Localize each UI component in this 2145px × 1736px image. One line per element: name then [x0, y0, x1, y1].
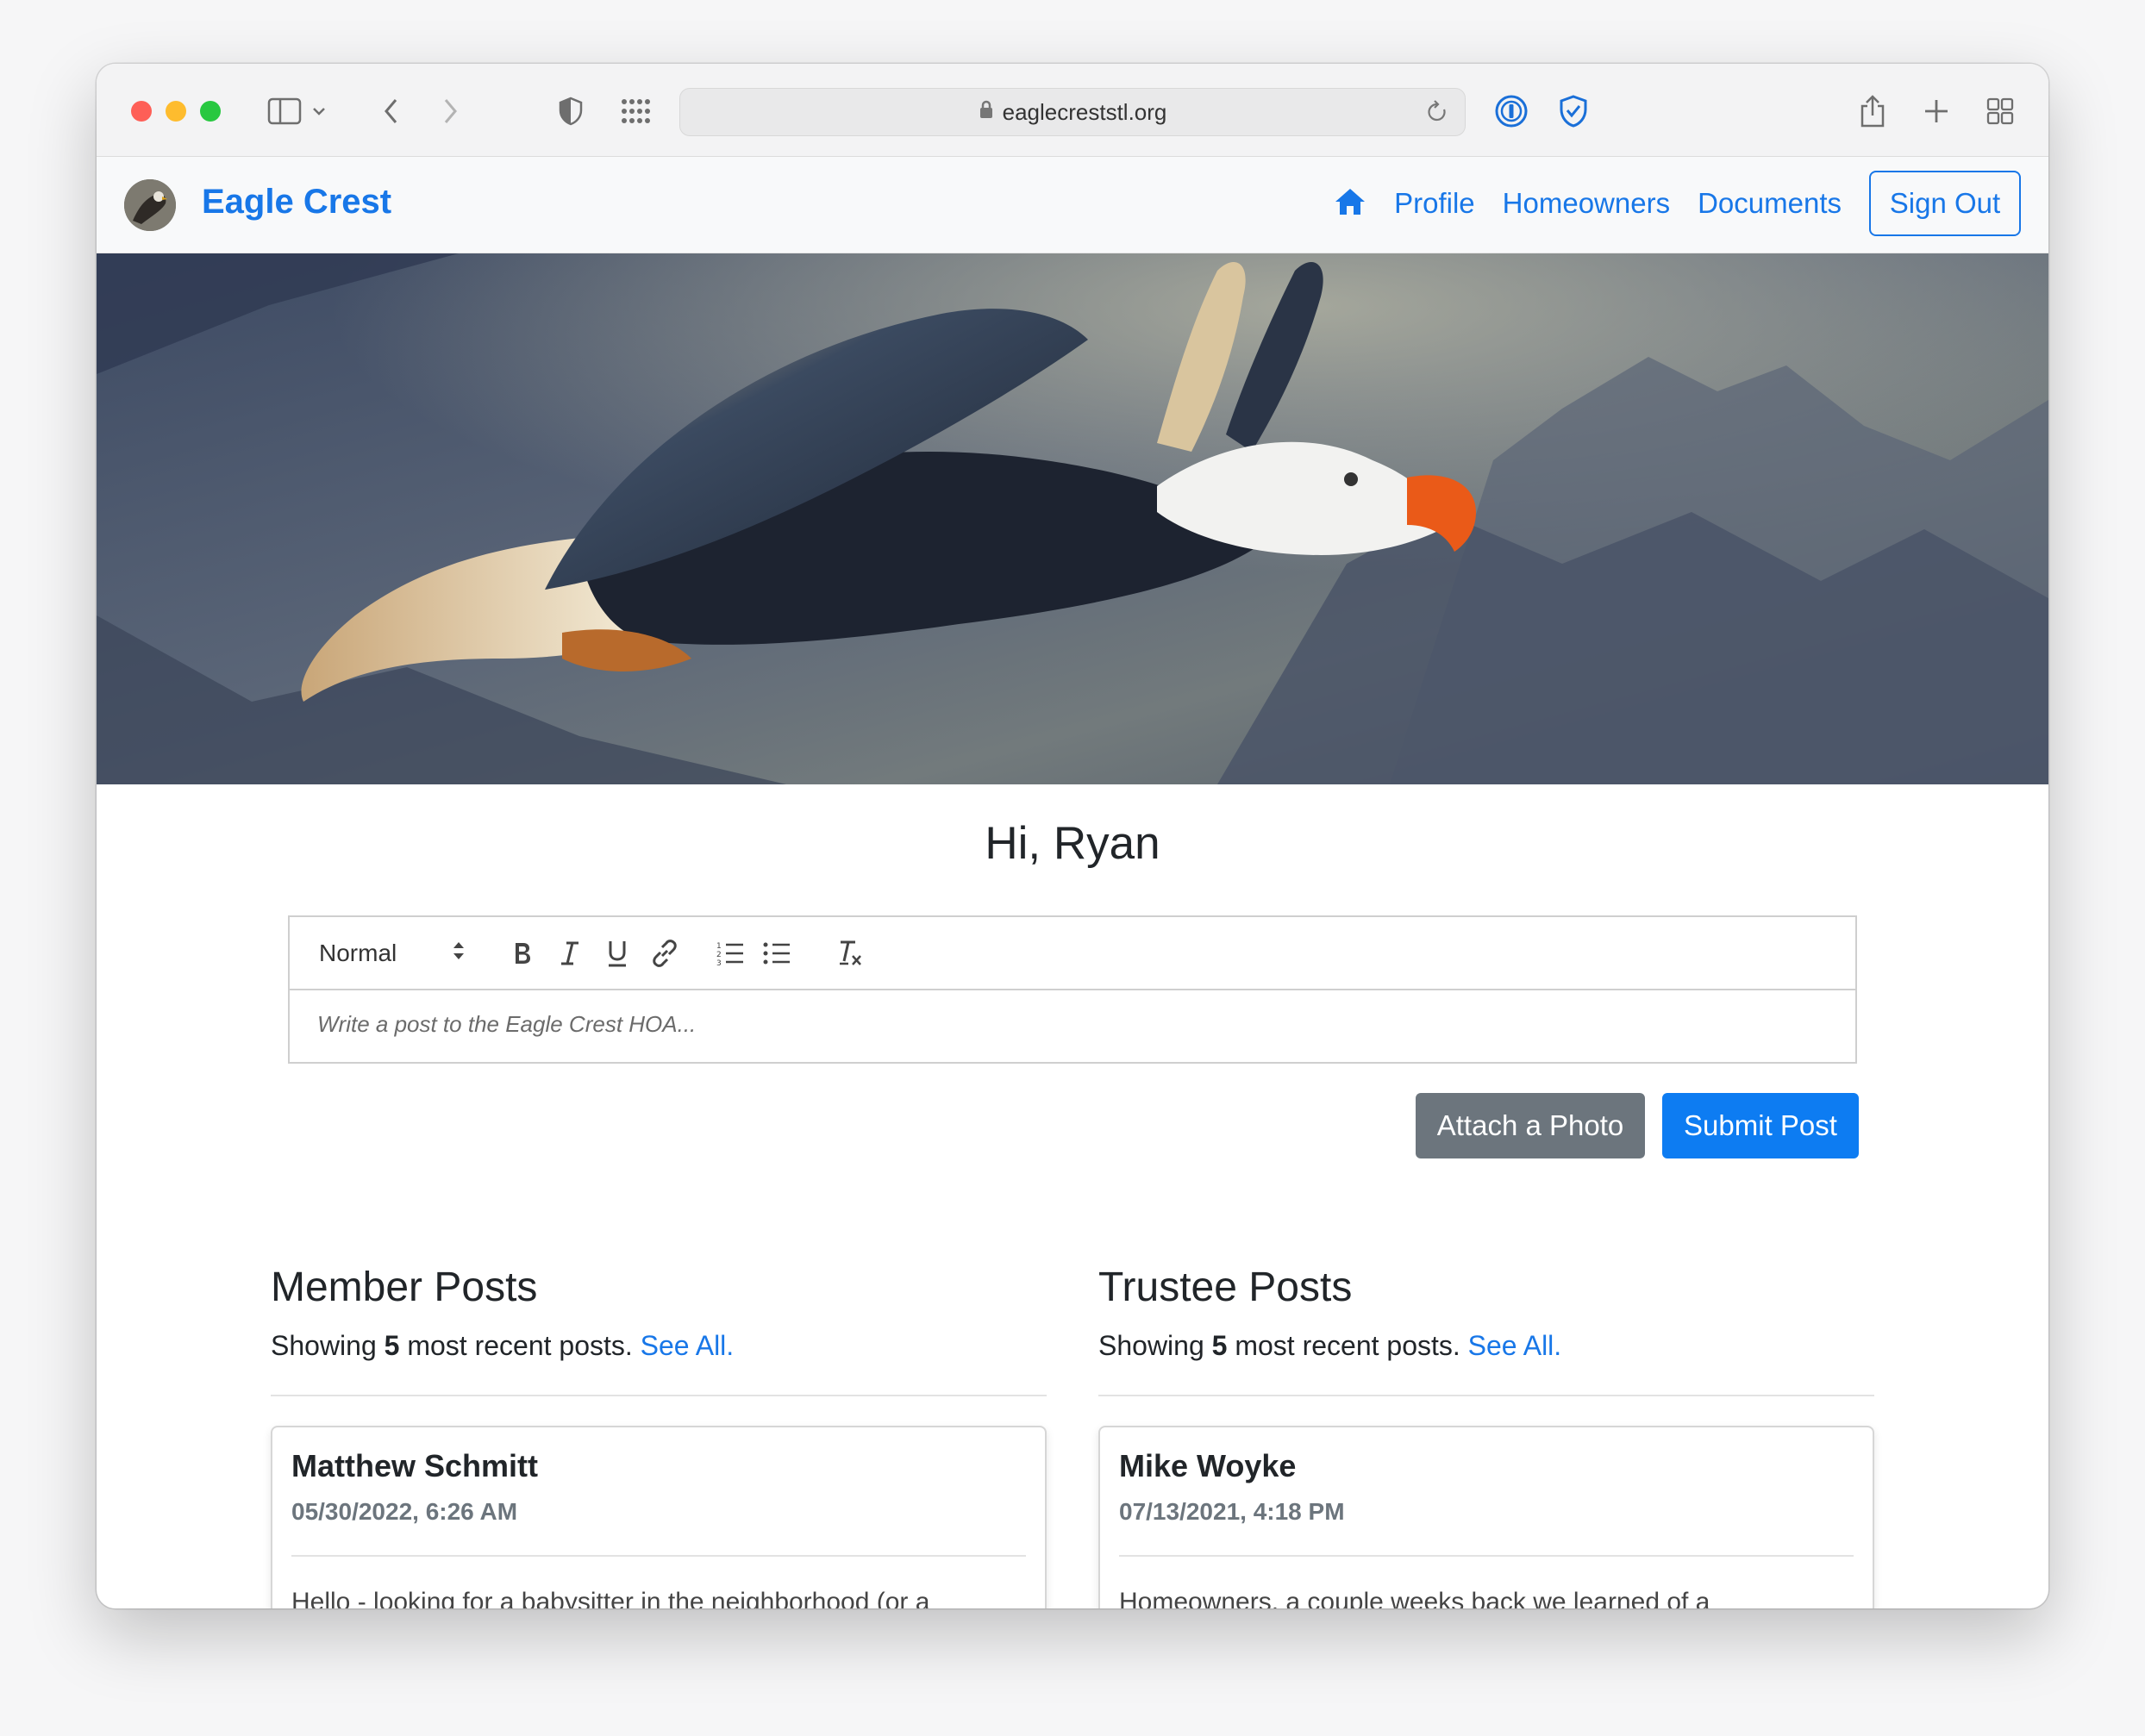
- editor-toolbar: Normal 123: [290, 917, 1855, 990]
- svg-text:1: 1: [716, 942, 722, 951]
- sign-out-button[interactable]: Sign Out: [1869, 171, 2021, 236]
- summary-suffix: most recent posts.: [407, 1330, 633, 1361]
- adblock-shield-icon[interactable]: [1554, 90, 1593, 133]
- post-card[interactable]: Mike Woyke 07/13/2021, 4:18 PM Homeowner…: [1098, 1426, 1874, 1608]
- new-tab-icon[interactable]: [1917, 90, 1955, 133]
- nav-homeowners[interactable]: Homeowners: [1503, 187, 1670, 220]
- nav-documents[interactable]: Documents: [1698, 187, 1842, 220]
- zoom-window-button[interactable]: [200, 101, 221, 122]
- underline-icon[interactable]: [605, 934, 629, 972]
- trustee-posts-see-all-link[interactable]: See All.: [1468, 1330, 1562, 1361]
- hero-eagle-image: [97, 253, 2048, 784]
- summary-suffix: most recent posts.: [1235, 1330, 1460, 1361]
- clear-formatting-icon[interactable]: [836, 934, 864, 972]
- format-picker-value: Normal: [319, 940, 397, 966]
- member-posts-section: Member Posts Showing 5 most recent posts…: [271, 1264, 1047, 1608]
- summary-count: 5: [1211, 1330, 1228, 1361]
- italic-icon[interactable]: [559, 934, 581, 972]
- tab-overview-icon[interactable]: [1981, 90, 2019, 133]
- post-author: Mike Woyke: [1119, 1448, 1297, 1483]
- site-logo-avatar[interactable]: [124, 179, 176, 231]
- post-editor: Normal 123 Write a post to the Eagle Cre…: [288, 915, 1857, 1064]
- password-manager-icon[interactable]: [1491, 90, 1531, 133]
- minimize-window-button[interactable]: [166, 101, 186, 122]
- post-card[interactable]: Matthew Schmitt 05/30/2022, 6:26 AM Hell…: [271, 1426, 1047, 1608]
- post-date: 05/30/2022, 6:26 AM: [291, 1498, 518, 1525]
- browser-window: eaglecreststl.org Eagle Crest Profile Ho…: [97, 64, 2048, 1608]
- home-icon[interactable]: [1334, 187, 1366, 221]
- address-bar[interactable]: eaglecreststl.org: [679, 88, 1466, 136]
- trustee-posts-summary: Showing 5 most recent posts. See All.: [1098, 1330, 1874, 1362]
- forward-icon[interactable]: [433, 90, 467, 133]
- trustee-posts-title: Trustee Posts: [1098, 1265, 1353, 1310]
- svg-text:3: 3: [716, 959, 722, 967]
- bold-icon[interactable]: [510, 934, 535, 972]
- summary-prefix: Showing: [1098, 1330, 1204, 1361]
- back-icon[interactable]: [374, 90, 409, 133]
- bullet-list-icon[interactable]: [762, 934, 791, 972]
- privacy-shield-icon[interactable]: [552, 90, 590, 133]
- lock-icon: [979, 99, 994, 126]
- divider: [1098, 1395, 1874, 1396]
- summary-prefix: Showing: [271, 1330, 377, 1361]
- attach-photo-button[interactable]: Attach a Photo: [1416, 1093, 1645, 1158]
- divider: [1119, 1555, 1854, 1557]
- member-posts-summary: Showing 5 most recent posts. See All.: [271, 1330, 1047, 1362]
- site-navbar: Eagle Crest Profile Homeowners Documents…: [97, 157, 2048, 253]
- nav-profile[interactable]: Profile: [1394, 187, 1475, 220]
- reload-icon[interactable]: [1425, 99, 1449, 131]
- ordered-list-icon[interactable]: 123: [716, 934, 745, 972]
- member-posts-title: Member Posts: [271, 1265, 538, 1310]
- grid-apps-icon[interactable]: [617, 90, 655, 133]
- svg-text:2: 2: [716, 951, 722, 959]
- site-brand[interactable]: Eagle Crest: [202, 183, 391, 222]
- chevron-down-icon[interactable]: [309, 90, 329, 133]
- share-icon[interactable]: [1854, 90, 1892, 133]
- post-author: Matthew Schmitt: [291, 1448, 539, 1483]
- browser-toolbar: eaglecreststl.org: [97, 64, 2048, 157]
- trustee-posts-section: Trustee Posts Showing 5 most recent post…: [1098, 1264, 1874, 1608]
- nav-links: Profile Homeowners Documents Sign Out: [1334, 171, 2021, 236]
- format-picker[interactable]: Normal: [319, 934, 466, 972]
- submit-post-button[interactable]: Submit Post: [1662, 1093, 1859, 1158]
- summary-count: 5: [384, 1330, 400, 1361]
- post-date: 07/13/2021, 4:18 PM: [1119, 1498, 1345, 1525]
- post-body: Hello - looking for a babysitter in the …: [291, 1588, 930, 1608]
- post-body: Homeowners, a couple weeks back we learn…: [1119, 1588, 1710, 1608]
- updown-chevron-icon: [452, 940, 466, 967]
- divider: [291, 1555, 1026, 1557]
- link-icon[interactable]: [650, 934, 679, 972]
- post-editor-input[interactable]: Write a post to the Eagle Crest HOA...: [290, 990, 1855, 1058]
- member-posts-see-all-link[interactable]: See All.: [641, 1330, 735, 1361]
- greeting-heading: Hi, Ryan: [985, 818, 1160, 869]
- url-text: eaglecreststl.org: [1002, 98, 1167, 125]
- divider: [271, 1395, 1047, 1396]
- sidebar-icon[interactable]: [266, 90, 303, 133]
- close-window-button[interactable]: [131, 101, 152, 122]
